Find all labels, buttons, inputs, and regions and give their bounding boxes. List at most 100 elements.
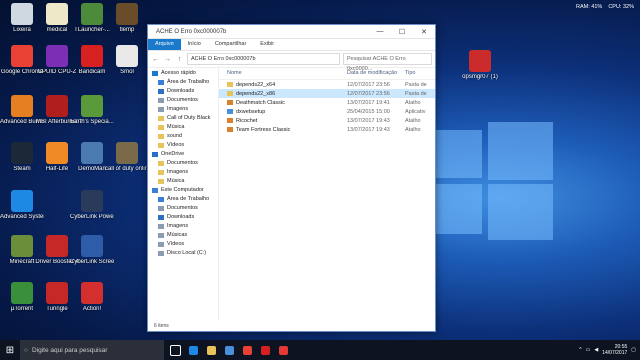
nav-item[interactable]: Documentos [148, 159, 218, 168]
nav-item[interactable]: Disco Local (C:) [148, 249, 218, 258]
file-row[interactable]: depends22_x64 12/07/2017 23:56 Pasta de [219, 80, 435, 89]
file-row[interactable]: Deathmatch Classic 13/07/2017 19:41 Atalho [219, 98, 435, 107]
nav-item[interactable]: Vídeos [148, 141, 218, 150]
file-name: Deathmatch Classic [236, 99, 285, 106]
nav-item[interactable]: Downloads [148, 213, 218, 222]
desktop-icon[interactable]: opsmgr07 (1) [458, 50, 502, 81]
desktop-icon-label: tlemp [119, 27, 135, 33]
task-view-taskbar-icon[interactable] [168, 340, 182, 360]
nav-item[interactable]: Música [148, 123, 218, 132]
desktop-app-icon [81, 190, 103, 212]
desktop-icon-label: Earth's Specia... [70, 119, 114, 125]
column-type[interactable]: Tipo [405, 70, 435, 76]
file-date: 12/07/2017 23:56 [347, 81, 390, 88]
bandicam-taskbar-icon[interactable] [258, 340, 272, 360]
nav-item-label: Música [167, 124, 185, 130]
desktop-icon[interactable]: Advanced SystemCa... [0, 190, 44, 221]
edge-icon [188, 345, 198, 355]
nav-item[interactable]: Acesso rápido [148, 69, 218, 78]
nav-item[interactable]: Documentos [148, 204, 218, 213]
desktop-icon[interactable]: call of duty online [105, 142, 149, 173]
tab-exibir[interactable]: Exibir [253, 39, 281, 50]
file-explorer-window: ACHE O Erro 0xc000007b — ☐ ✕ Arquivo Iní… [147, 24, 436, 332]
nav-item[interactable]: Documentos [148, 96, 218, 105]
nav-item-label: Área de Trabalho [167, 196, 210, 202]
windows-start-icon[interactable]: ⊞ [0, 345, 20, 356]
column-date[interactable]: Data de modificação [347, 70, 405, 76]
file-row[interactable]: Team Fortress Classic 13/07/2017 19:43 Ata… [219, 125, 435, 134]
title-bar: ACHE O Erro 0xc000007b — ☐ ✕ [148, 25, 435, 39]
bandicam-icon [260, 345, 270, 355]
tab-compartilhar[interactable]: Compartilhar [208, 39, 253, 50]
desktop-icon[interactable]: CyberLink Screen ... [70, 235, 114, 266]
nav-item-label: Este Computador [161, 187, 204, 193]
desktop-icon[interactable]: Action! [70, 282, 114, 313]
file-type: Atalho [405, 117, 421, 124]
record-taskbar-icon[interactable] [276, 340, 290, 360]
navigation-pane: Acesso rápido Área de Trabalho Downloads Do… [148, 66, 219, 321]
maximize-button[interactable]: ☐ [391, 28, 413, 36]
nav-item[interactable]: Vídeos [148, 240, 218, 249]
desktop-app-icon [46, 282, 68, 304]
nav-item[interactable]: Área de Trabalho [148, 195, 218, 204]
desktop-icon[interactable]: Smol [105, 45, 149, 76]
nav-item[interactable]: OneDrive [148, 150, 218, 159]
edge-taskbar-icon[interactable] [186, 340, 200, 360]
folder-icon [158, 242, 164, 247]
desktop-icon-label: Advanced SystemCa... [0, 214, 44, 220]
chevron-up-icon[interactable]: ^ [579, 347, 581, 353]
close-button[interactable]: ✕ [413, 28, 435, 36]
nav-item[interactable]: Música [148, 177, 218, 186]
file-explorer-taskbar-icon[interactable] [204, 340, 218, 360]
nav-item[interactable]: Imagens [148, 168, 218, 177]
store-taskbar-icon[interactable] [222, 340, 236, 360]
nav-item[interactable]: Músicas [148, 231, 218, 240]
nav-item[interactable]: Imagens [148, 105, 218, 114]
file-row[interactable]: depends22_x86 12/07/2017 23:56 Pasta de [219, 89, 435, 98]
nav-item[interactable]: Imagens [148, 222, 218, 231]
ribbon-tabs: Arquivo Início Compartilhar Exibir [148, 39, 435, 51]
column-name[interactable]: Nome [219, 70, 347, 76]
nav-item[interactable]: Call of Duty Black [148, 114, 218, 123]
desktop-app-icon [81, 142, 103, 164]
resource-meter: RAM: 41% CPU: 32% [576, 4, 634, 10]
folder-icon [158, 215, 164, 220]
address-path[interactable]: ACHE O Erro 0xc000007b [187, 53, 340, 65]
chrome-taskbar-icon[interactable] [240, 340, 254, 360]
nav-item[interactable]: Downloads [148, 87, 218, 96]
desktop-app-icon [81, 45, 103, 67]
record-icon [278, 345, 288, 355]
taskbar-search[interactable]: ○ Digite aqui para pesquisar [20, 340, 164, 360]
folder-icon [152, 152, 158, 157]
desktop-app-icon [116, 142, 138, 164]
minimize-button[interactable]: — [369, 28, 391, 35]
file-row[interactable]: dxwebsetup 25/04/2015 15:00 Aplicativ [219, 107, 435, 116]
desktop-icon[interactable]: CyberLink PowerDirec... [70, 190, 114, 221]
forward-arrow-icon[interactable]: → [163, 56, 172, 63]
volume-icon[interactable]: ◀ [594, 347, 598, 353]
nav-item[interactable]: sound [148, 132, 218, 141]
desktop-icon[interactable]: tlemp [105, 3, 149, 34]
nav-item-label: Imagens [167, 223, 189, 229]
notifications-icon[interactable]: ▢ [631, 347, 636, 353]
back-arrow-icon[interactable]: ← [151, 56, 160, 63]
desktop-app-icon [11, 3, 33, 25]
desktop-icon[interactable]: Earth's Specia... [70, 95, 114, 126]
clock-date: 14/07/2017 [602, 350, 628, 356]
file-row[interactable]: Ricochet 13/07/2017 19:43 Atalho [219, 116, 435, 125]
folder-icon [158, 224, 164, 229]
file-date: 13/07/2017 19:43 [347, 126, 390, 133]
file-type: Atalho [405, 99, 421, 106]
system-tray: ^ ▭ ◀ 20:55 14/07/2017 ▢ [579, 340, 636, 360]
network-icon[interactable]: ▭ [586, 347, 591, 353]
nav-item[interactable]: Este Computador [148, 186, 218, 195]
up-arrow-icon[interactable]: ↑ [175, 56, 184, 63]
nav-item[interactable]: Área de Trabalho [148, 78, 218, 87]
file-type: Pasta de [405, 81, 427, 88]
tab-inicio[interactable]: Início [181, 39, 208, 50]
desktop-app-icon [116, 45, 138, 67]
folder-icon [158, 251, 164, 256]
tab-arquivo[interactable]: Arquivo [148, 39, 181, 50]
search-input[interactable]: Pesquisar ACHE O Erro 0xc0000... [343, 53, 432, 72]
clock[interactable]: 20:55 14/07/2017 [602, 344, 627, 356]
